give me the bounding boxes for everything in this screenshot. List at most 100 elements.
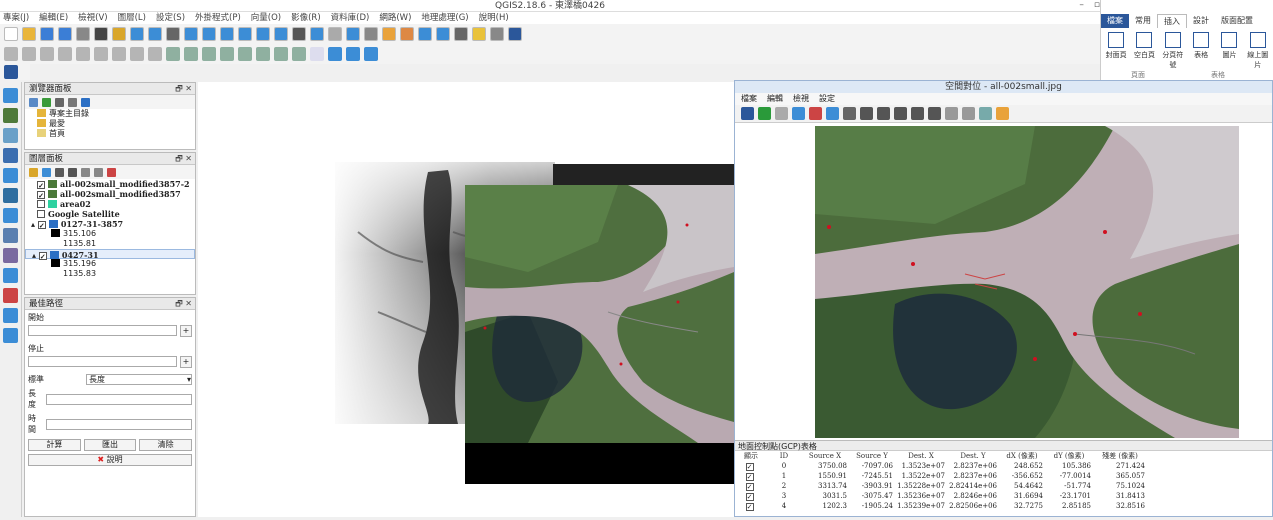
close-icon[interactable]: 🗗 ✕: [175, 153, 192, 165]
expand-icon[interactable]: [81, 167, 90, 177]
column-header[interactable]: dX (像素): [999, 451, 1045, 461]
bookmark-icon[interactable]: [256, 27, 270, 41]
close-icon[interactable]: 🗗 ✕: [175, 298, 192, 310]
layer-checkbox[interactable]: [37, 210, 45, 218]
remove-icon[interactable]: [107, 167, 116, 177]
plugin-icon[interactable]: [346, 47, 360, 61]
page-break-button[interactable]: 分頁符號: [1161, 32, 1185, 70]
label-rotate-icon[interactable]: [238, 47, 252, 61]
zoom-next-icon[interactable]: [238, 27, 252, 41]
node-tool-icon[interactable]: [94, 47, 108, 61]
menu-edit[interactable]: 編輯: [767, 93, 783, 105]
label-move-icon[interactable]: [220, 47, 234, 61]
export-button[interactable]: 匯出: [83, 439, 137, 451]
calculate-button[interactable]: 計算: [28, 439, 81, 451]
tab-insert[interactable]: 插入: [1157, 14, 1187, 28]
column-header[interactable]: 殘差 (像素): [1093, 451, 1147, 461]
csw-icon[interactable]: [310, 47, 324, 61]
collapse-icon[interactable]: [94, 167, 103, 177]
add-virtual-icon[interactable]: [3, 248, 18, 263]
blank-page-button[interactable]: 空白頁: [1132, 32, 1156, 70]
column-header[interactable]: 顯示: [735, 451, 767, 461]
link-qgis-icon[interactable]: [962, 107, 975, 120]
style-icon[interactable]: [472, 27, 486, 41]
gcp-marker[interactable]: [1138, 312, 1142, 316]
transform-settings-icon[interactable]: [979, 107, 992, 120]
style-icon[interactable]: [29, 167, 38, 177]
close-icon[interactable]: 🗗 ✕: [175, 83, 192, 95]
gcp-enabled-checkbox[interactable]: ✓: [735, 491, 767, 501]
label-tool-icon[interactable]: [292, 47, 306, 61]
browser-item[interactable]: 最愛: [25, 119, 195, 129]
zoom-full-icon[interactable]: [166, 27, 180, 41]
add-point-icon[interactable]: [792, 107, 805, 120]
paste-icon[interactable]: [166, 47, 180, 61]
layer-row[interactable]: area02: [25, 199, 195, 209]
eye-icon[interactable]: [55, 167, 64, 177]
zoom-in-icon[interactable]: [860, 107, 873, 120]
select-icon[interactable]: [310, 27, 324, 41]
gcp-row[interactable]: ✓ 1 1550.91 -7245.51 1.3522e+07 2.8237e+06 -35…: [735, 471, 1147, 481]
add-wfs-icon[interactable]: [3, 208, 18, 223]
add-postgis-icon[interactable]: [3, 148, 18, 163]
column-header[interactable]: Dest. Y: [947, 451, 999, 461]
pick-start-button[interactable]: +: [180, 325, 192, 337]
copy-icon[interactable]: [148, 47, 162, 61]
tab-design[interactable]: 設計: [1187, 14, 1215, 28]
add-spatialite-icon[interactable]: [3, 128, 18, 143]
checkbox[interactable]: ✓: [745, 472, 754, 481]
save-edits-icon[interactable]: [40, 47, 54, 61]
filter-icon[interactable]: [55, 97, 64, 107]
attribute-table-icon[interactable]: [346, 27, 360, 41]
python-icon[interactable]: [328, 47, 342, 61]
gcp-row[interactable]: ✓ 0 3750.08 -7097.06 1.3523e+07 2.8237e+06 248…: [735, 461, 1147, 471]
table-button[interactable]: 表格: [1189, 32, 1213, 70]
gcp-enabled-checkbox[interactable]: ✓: [735, 461, 767, 471]
layer-checkbox[interactable]: ✓: [37, 221, 46, 229]
add-icon[interactable]: [29, 97, 38, 107]
save-icon[interactable]: [40, 27, 54, 41]
zoom-selection-icon[interactable]: [202, 27, 216, 41]
info-icon[interactable]: [81, 97, 90, 107]
checkbox[interactable]: ✓: [745, 482, 754, 491]
column-header[interactable]: Source X: [801, 451, 849, 461]
layer-checkbox[interactable]: [37, 200, 45, 208]
edit-pencil-icon[interactable]: [4, 47, 18, 61]
gcp-row[interactable]: ✓ 2 3313.74 -3903.91 1.35228e+07 2.82414e+06 5…: [735, 481, 1147, 491]
layer-row[interactable]: ▴ ✓ 0127-31-3857: [25, 219, 195, 229]
save-as-icon[interactable]: [58, 27, 72, 41]
label-change-icon[interactable]: [256, 47, 270, 61]
annotation-icon[interactable]: [418, 27, 432, 41]
zoom-last-icon[interactable]: [220, 27, 234, 41]
gcp-row[interactable]: ✓ 4 1202.3 -1905.24 1.35239e+07 2.82506e+06 32…: [735, 501, 1147, 511]
raster-props-icon[interactable]: [996, 107, 1009, 120]
delete-icon[interactable]: [112, 47, 126, 61]
link-georef-icon[interactable]: [945, 107, 958, 120]
zoom-last-icon[interactable]: [911, 107, 924, 120]
column-header[interactable]: dY (像素): [1045, 451, 1093, 461]
wms-icon[interactable]: [4, 65, 18, 79]
gcp-marker[interactable]: [827, 225, 831, 229]
refresh-icon[interactable]: [274, 27, 288, 41]
menu-view[interactable]: 檢視: [793, 93, 809, 105]
gcp-marker[interactable]: [1033, 357, 1037, 361]
label-edit-icon[interactable]: [274, 47, 288, 61]
gcp-marker[interactable]: [1073, 332, 1077, 336]
start-georef-icon[interactable]: [758, 107, 771, 120]
delete-point-icon[interactable]: [809, 107, 822, 120]
gcp-enabled-checkbox[interactable]: ✓: [735, 471, 767, 481]
toggle-edit-icon[interactable]: [22, 47, 36, 61]
tab-file[interactable]: 檔案: [1101, 14, 1129, 28]
text-icon[interactable]: [490, 27, 504, 41]
label-pin-icon[interactable]: [184, 47, 198, 61]
checkbox[interactable]: ✓: [745, 492, 754, 501]
add-wcs-icon[interactable]: [3, 188, 18, 203]
layer-row[interactable]: ✓ all-002small_modified3857: [25, 189, 195, 199]
column-header[interactable]: Source Y: [849, 451, 895, 461]
checkbox[interactable]: ✓: [745, 502, 754, 511]
help-icon[interactable]: [508, 27, 522, 41]
layer-row[interactable]: ✓ all-002small_modified3857-2: [25, 179, 195, 189]
add-raster-icon[interactable]: [3, 108, 18, 123]
gcp-enabled-checkbox[interactable]: ✓: [735, 481, 767, 491]
print-icon[interactable]: [76, 27, 90, 41]
